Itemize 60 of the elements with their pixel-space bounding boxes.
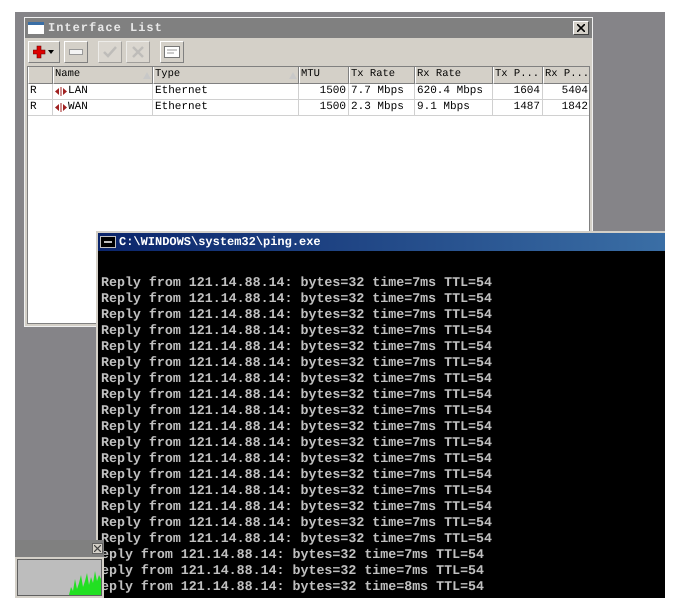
note-icon — [164, 46, 180, 58]
table-cell: R — [30, 100, 37, 115]
table-cell: 1604 — [514, 84, 540, 99]
comment-button[interactable] — [160, 41, 184, 63]
column-header[interactable]: Tx Rate — [349, 67, 415, 84]
window-title: Interface List — [48, 20, 163, 37]
console-line: Reply from 121.14.88.14: bytes=32 time=7ms TTL=54 — [101, 515, 492, 531]
console-line: Reply from 121.14.88.14: bytes=32 time=7ms TTL=54 — [101, 323, 492, 339]
close-button[interactable] — [92, 543, 103, 554]
console-line: Reply from 121.14.88.14: bytes=32 time=7ms TTL=54 — [101, 499, 492, 515]
minus-icon — [69, 49, 83, 55]
remove-button[interactable] — [64, 41, 88, 63]
console-line: Reply from 121.14.88.14: bytes=32 time=7ms TTL=54 — [101, 371, 492, 387]
interface-icon — [55, 103, 67, 112]
plus-icon — [33, 45, 55, 59]
checkmark-icon — [103, 46, 117, 58]
console-line: Reply from 121.14.88.14: bytes=32 time=7ms TTL=54 — [101, 355, 492, 371]
table-cell: 2.3 Mbps — [351, 100, 404, 115]
console-line: Reply from 121.14.88.14: bytes=32 time=7ms TTL=54 — [101, 419, 492, 435]
column-header[interactable]: Rx P... — [543, 67, 589, 84]
window-title: C:\WINDOWS\system32\ping.exe — [119, 234, 321, 251]
column-header[interactable]: Name — [53, 67, 153, 84]
table-cell: 620.4 Mbps — [417, 84, 484, 99]
console-line: Reply from 121.14.88.14: bytes=32 time=7ms TTL=54 — [101, 467, 492, 483]
add-button[interactable] — [28, 41, 60, 63]
console-line: Reply from 121.14.88.14: bytes=32 time=7ms TTL=54 — [101, 531, 492, 547]
console-line: Reply from 121.14.88.14: bytes=32 time=7ms TTL=54 — [101, 483, 492, 499]
table-cell: Ethernet — [155, 100, 208, 115]
table-cell: 7.7 Mbps — [351, 84, 404, 99]
close-icon — [577, 24, 585, 32]
console-line: Reply from 121.14.88.14: bytes=32 time=7ms TTL=54 — [101, 387, 492, 403]
column-header[interactable] — [28, 67, 53, 84]
console-line: Reply from 121.14.88.14: bytes=32 time=7ms TTL=54 — [101, 275, 492, 291]
column-header[interactable]: Tx P... — [493, 67, 543, 84]
column-header[interactable]: Type — [153, 67, 299, 84]
console-line: Reply from 121.14.88.14: bytes=32 time=7ms TTL=54 — [101, 451, 492, 467]
table-cell: 1500 — [320, 100, 346, 115]
console-line: Reply from 121.14.88.14: bytes=32 time=7ms TTL=54 — [101, 291, 492, 307]
table-cell: 1500 — [320, 84, 346, 99]
column-header[interactable]: MTU — [299, 67, 349, 84]
table-cell: R — [30, 84, 37, 99]
table-cell: 9.1 Mbps — [417, 100, 470, 115]
table-cell: 1842 — [562, 100, 588, 115]
console-icon — [100, 236, 116, 248]
table-cell: 1487 — [514, 100, 540, 115]
window-icon — [28, 22, 44, 34]
table-cell: WAN — [68, 100, 88, 115]
table-cell: Ethernet — [155, 84, 208, 99]
cross-icon — [132, 46, 144, 58]
column-header[interactable]: Rx Rate — [415, 67, 493, 84]
console-line: Reply from 121.14.88.14: bytes=32 time=7ms TTL=54 — [101, 307, 492, 323]
console-line: Reply from 121.14.88.14: bytes=32 time=7ms TTL=54 — [101, 339, 492, 355]
table-cell: 5404 — [562, 84, 588, 99]
console-line: Reply from 121.14.88.14: bytes=32 time=7ms TTL=54 — [101, 435, 492, 451]
interface-icon — [55, 87, 67, 96]
sort-icon — [289, 72, 297, 78]
close-icon — [94, 545, 101, 552]
console-line: Reply from 121.14.88.14: bytes=32 time=7ms TTL=54 — [101, 403, 492, 419]
sort-icon — [143, 72, 151, 78]
table-cell: LAN — [68, 84, 88, 99]
